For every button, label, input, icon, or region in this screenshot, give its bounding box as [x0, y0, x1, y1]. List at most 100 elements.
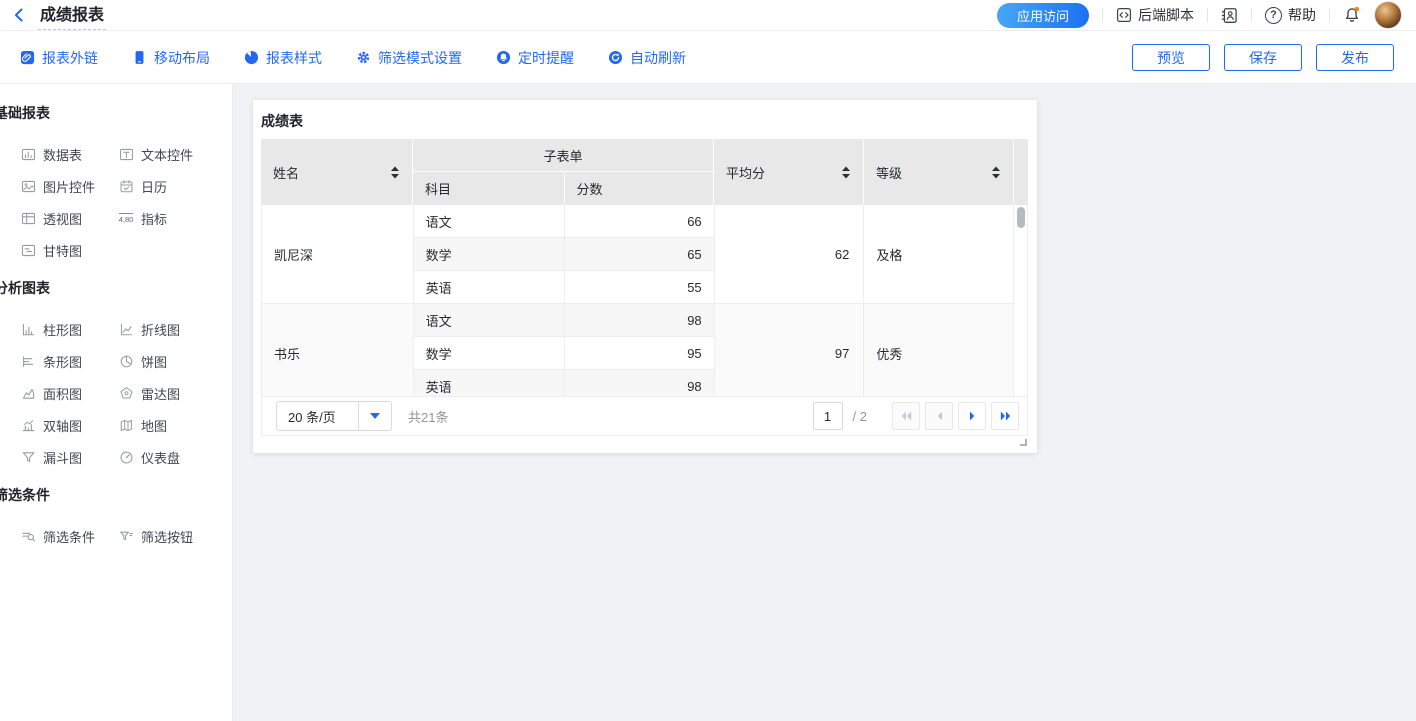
sidebar-item-pivot[interactable]: 透视图: [20, 208, 118, 228]
sidebar-item-line-chart[interactable]: 折线图: [118, 319, 216, 339]
page-size-select[interactable]: 20 条/页: [276, 401, 392, 431]
toolbar-item-mobile-layout[interactable]: 移动布局: [132, 48, 210, 68]
sidebar-item-label: 筛选条件: [43, 527, 95, 546]
sidebar-item-metric[interactable]: 4,80 指标: [118, 208, 216, 228]
first-page-button[interactable]: [892, 402, 920, 430]
data-table-icon: [20, 147, 36, 162]
filter-condition-icon: [20, 529, 36, 544]
sidebar-item-calendar[interactable]: 日历: [118, 176, 216, 196]
sidebar-item-label: 折线图: [141, 320, 180, 339]
funnel-icon: [20, 450, 36, 465]
prev-page-button[interactable]: [925, 402, 953, 430]
gantt-icon: [20, 243, 36, 258]
column-header-score[interactable]: 分数: [565, 172, 714, 205]
app-access-button[interactable]: 应用访问: [997, 3, 1089, 28]
table-cell-subject: 语文: [414, 304, 566, 336]
sidebar-item-label: 地图: [141, 416, 167, 435]
toolbar-item-timed-reminder[interactable]: 定时提醒: [496, 48, 574, 68]
sidebar-item-filter-condition[interactable]: 筛选条件: [20, 526, 118, 546]
bar-chart-icon: [20, 354, 36, 369]
sidebar-item-label: 指标: [141, 209, 167, 228]
column-header-subject[interactable]: 科目: [413, 172, 565, 205]
column-header-grade[interactable]: 等级: [864, 139, 1014, 205]
back-chevron-icon: [11, 7, 27, 23]
column-header-name[interactable]: 姓名: [261, 139, 413, 205]
column-header-average[interactable]: 平均分: [714, 139, 864, 205]
toolbar-item-filter-mode[interactable]: 筛选模式设置: [356, 48, 462, 68]
table-cell-score: 95: [565, 337, 714, 369]
toolbar-actions: 预览 保存 发布: [1132, 44, 1416, 71]
sidebar-item-image-widget[interactable]: 图片控件: [20, 176, 118, 196]
sidebar-item-gantt[interactable]: 甘特图: [20, 240, 118, 260]
bell-circle-icon: [496, 50, 511, 65]
report-title[interactable]: 成绩报表: [38, 0, 106, 30]
sort-icon[interactable]: [991, 166, 1001, 179]
gear-icon: [356, 50, 371, 65]
gauge-icon: [118, 450, 134, 465]
widget-resize-handle[interactable]: [1020, 439, 1027, 446]
component-sidebar: 基础报表 数据表 文本控件 图片控件 日历: [0, 84, 233, 721]
line-chart-icon: [118, 322, 134, 337]
next-page-button[interactable]: [958, 402, 986, 430]
sidebar-item-gauge[interactable]: 仪表盘: [118, 447, 216, 467]
page-number-input[interactable]: [813, 402, 843, 430]
name-column: 凯尼深 书乐: [262, 205, 414, 396]
save-button[interactable]: 保存: [1224, 44, 1302, 71]
score-table-widget[interactable]: 成绩表 姓名 子表单: [253, 100, 1037, 453]
help-button[interactable]: ? 帮助: [1265, 5, 1316, 25]
table-row: 数学 65: [414, 238, 714, 271]
double-left-arrow-icon: [900, 410, 913, 422]
table-cell-score: 66: [565, 205, 714, 237]
sidebar-item-dual-axis-chart[interactable]: 双轴图: [20, 415, 118, 435]
mobile-phone-icon: [132, 50, 147, 65]
table-row: 英语 55: [414, 271, 714, 304]
sidebar-item-bar-chart[interactable]: 条形图: [20, 351, 118, 371]
toolbar-item-label: 报表样式: [266, 48, 322, 68]
table-cell-score: 65: [565, 238, 714, 270]
right-arrow-icon: [968, 410, 977, 422]
sidebar-item-label: 透视图: [43, 209, 82, 228]
sidebar-item-pie-chart[interactable]: 饼图: [118, 351, 216, 371]
table-scrollbar[interactable]: [1014, 205, 1028, 396]
last-page-button[interactable]: [991, 402, 1019, 430]
sort-icon[interactable]: [841, 166, 851, 179]
backend-script-label: 后端脚本: [1138, 5, 1194, 25]
sidebar-item-area-chart[interactable]: 面积图: [20, 383, 118, 403]
sort-icon[interactable]: [390, 166, 400, 179]
preview-button[interactable]: 预览: [1132, 44, 1210, 71]
page-of-label: / 2: [853, 409, 867, 424]
topbar-right-cluster: 应用访问 后端脚本 ? 帮助: [997, 1, 1416, 29]
notification-button[interactable]: [1343, 6, 1361, 24]
sidebar-item-label: 柱形图: [43, 320, 82, 339]
back-button[interactable]: [4, 1, 34, 29]
subform-column: 语文 66 数学 65 英语 55 语文 98: [414, 205, 715, 396]
sidebar-item-text-widget[interactable]: 文本控件: [118, 144, 216, 164]
sidebar-item-map[interactable]: 地图: [118, 415, 216, 435]
toolbar-item-label: 移动布局: [154, 48, 210, 68]
contacts-button[interactable]: [1221, 7, 1238, 24]
backend-script-button[interactable]: 后端脚本: [1116, 5, 1194, 25]
report-toolbar: 报表外链 移动布局 报表样式 筛选模式设置 定时提醒: [0, 32, 1416, 84]
publish-button[interactable]: 发布: [1316, 44, 1394, 71]
column-header-subform: 子表单: [413, 139, 713, 172]
report-canvas[interactable]: 成绩表 姓名 子表单: [233, 84, 1416, 721]
code-box-icon: [1116, 7, 1132, 23]
metric-icon: 4,80: [118, 213, 134, 224]
scrollbar-thumb[interactable]: [1017, 207, 1025, 228]
sidebar-section-basic-reports: 基础报表 数据表 文本控件 图片控件 日历: [0, 84, 232, 260]
workspace: 基础报表 数据表 文本控件 图片控件 日历: [0, 84, 1416, 721]
user-avatar[interactable]: [1374, 1, 1402, 29]
sidebar-item-label: 数据表: [43, 145, 82, 164]
pager-controls: / 2: [813, 402, 1019, 430]
toolbar-item-external-link[interactable]: 报表外链: [20, 48, 98, 68]
sidebar-item-radar-chart[interactable]: 雷达图: [118, 383, 216, 403]
sidebar-item-filter-button[interactable]: 筛选按钮: [118, 526, 216, 546]
sidebar-item-column-chart[interactable]: 柱形图: [20, 319, 118, 339]
refresh-circle-icon: [608, 50, 623, 65]
toolbar-item-auto-refresh[interactable]: 自动刷新: [608, 48, 686, 68]
column-label: 等级: [876, 163, 902, 182]
sidebar-item-data-table[interactable]: 数据表: [20, 144, 118, 164]
toolbar-item-report-style[interactable]: 报表样式: [244, 48, 322, 68]
sidebar-item-funnel-chart[interactable]: 漏斗图: [20, 447, 118, 467]
left-arrow-icon: [935, 410, 944, 422]
